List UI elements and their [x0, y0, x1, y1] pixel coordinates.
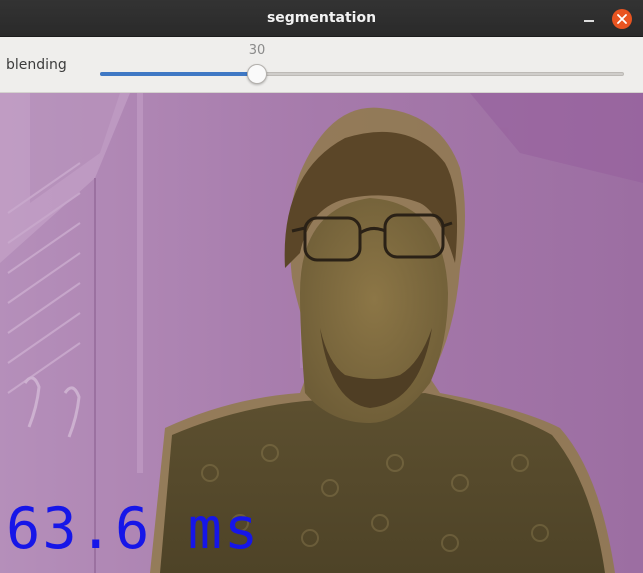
blending-slider[interactable]: 30 — [100, 43, 624, 85]
slider-handle[interactable] — [247, 64, 267, 84]
slider-fill — [100, 72, 257, 76]
inference-time-overlay: 63.6 ms — [6, 496, 261, 562]
segmentation-view: 63.6 ms — [0, 93, 643, 573]
minimize-button[interactable] — [579, 9, 599, 29]
close-icon — [617, 14, 627, 24]
blending-label: blending — [6, 57, 67, 73]
title-bar[interactable]: segmentation — [0, 0, 643, 37]
trackbar-panel: blending 30 — [0, 37, 643, 93]
close-button[interactable] — [612, 9, 632, 29]
slider-value-label: 30 — [248, 43, 266, 58]
window-title: segmentation — [266, 10, 377, 26]
app-window: segmentation blending 30 63.6 ms — [0, 0, 643, 573]
minimize-icon — [584, 20, 594, 22]
